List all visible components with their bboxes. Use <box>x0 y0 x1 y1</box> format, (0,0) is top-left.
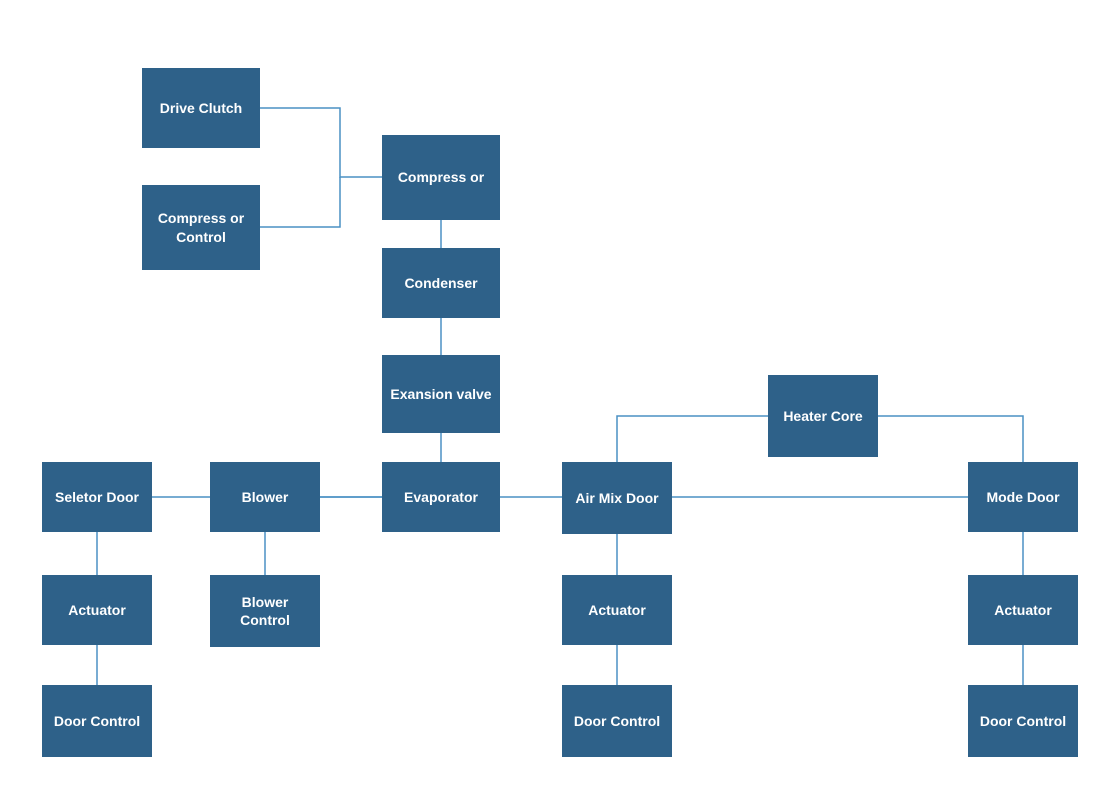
condenser-node[interactable]: Condenser <box>382 248 500 318</box>
door-control-mid-node[interactable]: Door Control <box>562 685 672 757</box>
expansion-valve-node[interactable]: Exansion valve <box>382 355 500 433</box>
mode-door-node[interactable]: Mode Door <box>968 462 1078 532</box>
diagram-container: Drive Clutch Compress or Control Compres… <box>0 0 1118 787</box>
compressor-control-node[interactable]: Compress or Control <box>142 185 260 270</box>
door-control-left-node[interactable]: Door Control <box>42 685 152 757</box>
heater-core-node[interactable]: Heater Core <box>768 375 878 457</box>
door-control-right-node[interactable]: Door Control <box>968 685 1078 757</box>
actuator-mid-node[interactable]: Actuator <box>562 575 672 645</box>
blower-node[interactable]: Blower <box>210 462 320 532</box>
drive-clutch-node[interactable]: Drive Clutch <box>142 68 260 148</box>
compressor-node[interactable]: Compress or <box>382 135 500 220</box>
selector-door-node[interactable]: Seletor Door <box>42 462 152 532</box>
actuator-left-node[interactable]: Actuator <box>42 575 152 645</box>
evaporator-node[interactable]: Evaporator <box>382 462 500 532</box>
air-mix-door-node[interactable]: Air Mix Door <box>562 462 672 534</box>
blower-control-node[interactable]: Blower Control <box>210 575 320 647</box>
actuator-right-node[interactable]: Actuator <box>968 575 1078 645</box>
